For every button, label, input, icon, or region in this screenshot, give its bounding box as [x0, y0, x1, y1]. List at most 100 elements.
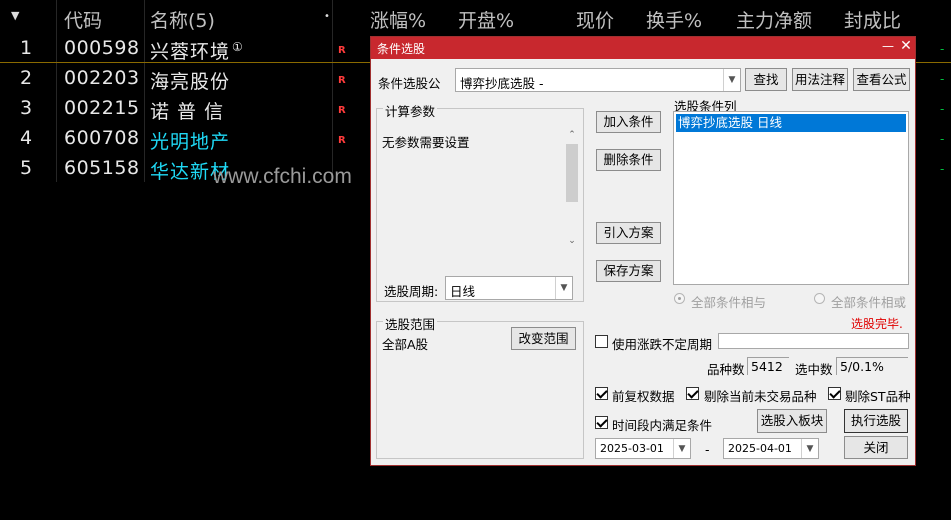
count-field: 5412	[747, 357, 789, 375]
stock-code: 000598	[64, 37, 140, 59]
stock-name: 海亮股份	[150, 71, 231, 93]
search-button[interactable]: 查找	[745, 68, 787, 91]
stock-code: 605158	[64, 157, 140, 179]
scroll-up-icon[interactable]: ⌃	[564, 127, 580, 143]
cell-dash: -	[940, 162, 945, 176]
margin-flag: R	[338, 75, 346, 86]
remove-untraded-label[interactable]: 剔除当前未交易品种	[704, 386, 817, 405]
sort-down-icon[interactable]: ▼	[11, 9, 19, 22]
scroll-down-icon[interactable]: ⌄	[564, 233, 580, 249]
save-scheme-button[interactable]: 保存方案	[596, 260, 661, 282]
cell-dash: -	[940, 42, 945, 56]
change-range-button[interactable]: 改变范围	[511, 327, 576, 350]
cell-dash: -	[940, 72, 945, 86]
row-index: 1	[20, 37, 33, 59]
delete-condition-button[interactable]: 删除条件	[596, 149, 661, 171]
row-index: 5	[20, 157, 33, 179]
execute-button[interactable]: 执行选股	[844, 409, 908, 433]
conditions-list[interactable]: 博弈抄底选股 日线	[673, 111, 909, 285]
condition-item[interactable]: 博弈抄底选股 日线	[676, 114, 906, 132]
selected-label: 选中数	[795, 362, 833, 377]
remove-untraded-checkbox[interactable]	[686, 387, 699, 400]
chevron-down-icon[interactable]: ▼	[723, 69, 740, 91]
import-scheme-button[interactable]: 引入方案	[596, 222, 661, 244]
radio-or[interactable]	[814, 293, 825, 304]
watermark-text: www.cfchi.com	[213, 165, 352, 188]
params-scrollbar[interactable]: ⌃ ⌄	[564, 127, 580, 249]
selected-value: 5/0.1%	[840, 359, 884, 374]
column-header-turnover[interactable]: 换手%	[646, 6, 702, 33]
params-group: 计算参数 无参数需要设置 ⌃ ⌄ 选股周期: 日线 ▼	[376, 101, 584, 302]
chevron-down-icon[interactable]: ▼	[801, 439, 818, 458]
status-text: 选股完毕.	[851, 317, 903, 331]
cell-dash: -	[940, 102, 945, 116]
date-separator: -	[705, 442, 710, 457]
stock-name: 兴蓉环境 ①	[150, 39, 244, 63]
close-button[interactable]: 关闭	[844, 436, 908, 459]
column-dot-icon: •	[324, 11, 330, 22]
column-header-change[interactable]: 涨幅%	[370, 6, 426, 33]
minimize-icon[interactable]: —	[879, 39, 897, 53]
selected-field: 5/0.1%	[836, 357, 908, 375]
column-header-price[interactable]: 现价	[576, 6, 614, 33]
dialog-titlebar[interactable]: 条件选股 — ✕	[371, 37, 915, 59]
range-group-title: 选股范围	[383, 314, 438, 333]
margin-flag: R	[338, 105, 346, 116]
usage-notes-button[interactable]: 用法注释	[792, 68, 848, 91]
stock-name: 光明地产	[150, 131, 231, 153]
period-condition-label[interactable]: 时间段内满足条件	[612, 415, 712, 434]
adjusted-data-label[interactable]: 前复权数据	[612, 386, 675, 405]
close-icon[interactable]: ✕	[897, 38, 915, 54]
radio-and[interactable]	[674, 293, 685, 304]
row-index: 2	[20, 67, 33, 89]
stock-code: 002203	[64, 67, 140, 89]
range-value: 全部A股	[382, 337, 429, 352]
column-header-seal-ratio[interactable]: 封成比	[844, 6, 901, 33]
radio-or-label[interactable]: 全部条件相或	[831, 292, 906, 311]
irregular-period-checkbox[interactable]	[595, 335, 608, 348]
row-index: 4	[20, 127, 33, 149]
radio-and-label[interactable]: 全部条件相与	[691, 292, 766, 311]
column-header-net-inflow[interactable]: 主力净额	[736, 6, 812, 33]
date-from-picker[interactable]: 2025-03-01 ▼	[595, 438, 691, 459]
irregular-period-field[interactable]	[718, 333, 909, 349]
column-header-name[interactable]: 名称(5)	[150, 6, 215, 33]
stock-code: 002215	[64, 97, 140, 119]
cell-dash: -	[940, 132, 945, 146]
stock-name: 诺 普 信	[150, 101, 225, 123]
count-label: 品种数	[707, 362, 745, 377]
chevron-down-icon[interactable]: ▼	[673, 439, 690, 458]
period-condition-checkbox[interactable]	[595, 416, 608, 429]
view-formula-button[interactable]: 查看公式	[853, 68, 910, 91]
period-label: 选股周期:	[384, 284, 439, 299]
remove-st-checkbox[interactable]	[828, 387, 841, 400]
irregular-period-label[interactable]: 使用涨跌不定周期	[612, 334, 712, 353]
condition-screener-dialog: 条件选股 — ✕ 条件选股公 博弈抄底选股 - ▼ 查找 用法注释 查看公式 计…	[370, 36, 916, 466]
chevron-down-icon[interactable]: ▼	[555, 277, 572, 299]
formula-select-value: 博弈抄底选股 -	[460, 76, 544, 91]
scroll-thumb[interactable]	[566, 144, 578, 202]
params-group-title: 计算参数	[383, 101, 438, 120]
params-text: 无参数需要设置	[382, 135, 470, 150]
formula-select[interactable]: 博弈抄底选股 - ▼	[455, 68, 741, 92]
table-header: ▼ 代码 名称(5) • 涨幅% 开盘% 现价 换手% 主力净额 封成比	[0, 0, 951, 34]
dialog-title: 条件选股	[377, 42, 426, 56]
count-value: 5412	[751, 359, 783, 374]
remove-st-label[interactable]: 剔除ST品种	[845, 386, 911, 405]
date-from-value: 2025-03-01	[600, 442, 664, 455]
column-header-code[interactable]: 代码	[64, 6, 102, 33]
stock-code: 600708	[64, 127, 140, 149]
period-select-value: 日线	[450, 284, 476, 299]
column-header-open[interactable]: 开盘%	[458, 6, 514, 33]
period-select[interactable]: 日线 ▼	[445, 276, 573, 300]
margin-flag: R	[338, 45, 346, 56]
to-block-button[interactable]: 选股入板块	[757, 409, 827, 433]
formula-label: 条件选股公	[378, 76, 441, 91]
date-to-value: 2025-04-01	[728, 442, 792, 455]
row-index: 3	[20, 97, 33, 119]
date-to-picker[interactable]: 2025-04-01 ▼	[723, 438, 819, 459]
adjusted-data-checkbox[interactable]	[595, 387, 608, 400]
add-condition-button[interactable]: 加入条件	[596, 111, 661, 133]
margin-flag: R	[338, 135, 346, 146]
range-group: 选股范围 全部A股 改变范围	[376, 314, 584, 459]
